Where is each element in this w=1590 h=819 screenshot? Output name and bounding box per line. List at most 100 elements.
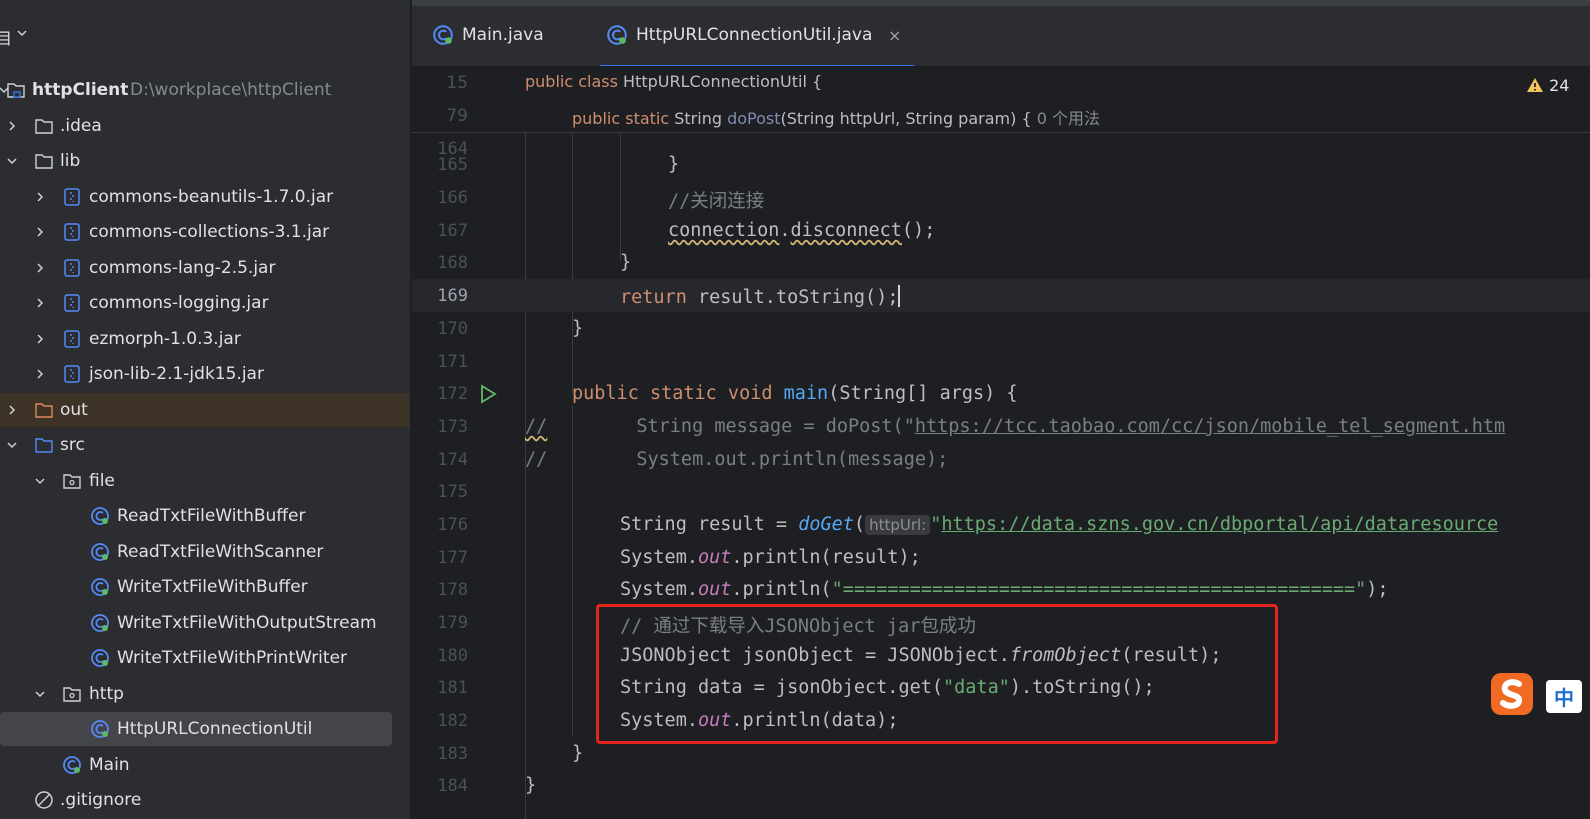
code-comment: // String message = doPost("https://tcc.… (525, 416, 1506, 437)
line-number: 79 (446, 106, 468, 126)
sticky-line[interactable]: 79 public static String doPost(String ht… (412, 99, 1590, 132)
tree-item-jar[interactable]: commons-lang-2.5.jar (0, 251, 410, 285)
chevron-right-icon[interactable] (34, 191, 46, 203)
tree-item-project-root[interactable]: httpClient D:\workplace\httpClient (0, 73, 410, 107)
tree-item-package-http[interactable]: http (0, 677, 410, 711)
tree-item-class[interactable]: WriteTxtFileWithBuffer (0, 570, 410, 604)
run-gutter-icon[interactable] (478, 384, 498, 404)
tab-label: Main.java (462, 25, 544, 45)
tree-item-label: commons-beanutils-1.7.0.jar (89, 187, 334, 207)
chevron-right-icon[interactable] (34, 262, 46, 274)
jar-icon (64, 365, 80, 383)
package-icon (63, 687, 81, 702)
chevron-right-icon[interactable] (34, 333, 46, 345)
code-text: System.out.println("====================… (620, 579, 1389, 600)
tree-item-jar[interactable]: commons-logging.jar (0, 286, 410, 320)
code-text: return result.toString(); (620, 285, 901, 308)
project-view-header[interactable]: 目 (0, 18, 410, 52)
line-number: 172 (437, 384, 468, 404)
code-text: } (572, 743, 584, 764)
chevron-right-icon[interactable] (6, 120, 18, 132)
close-icon[interactable]: × (888, 26, 901, 45)
highlight-box (596, 604, 1278, 744)
code-text: public static void main(String[] args) { (572, 383, 1018, 404)
code-line: 165 } (412, 148, 1590, 181)
tree-item-class[interactable]: WriteTxtFileWithPrintWriter (0, 641, 410, 675)
chevron-down-icon[interactable] (6, 155, 18, 167)
chevron-down-icon[interactable] (6, 439, 18, 451)
jar-icon (64, 223, 80, 241)
line-number: 171 (437, 352, 468, 372)
folder-icon (35, 154, 53, 169)
chevron-down-icon[interactable] (34, 475, 46, 487)
jar-icon (64, 259, 80, 277)
tree-item-label: Main (89, 755, 130, 775)
code-line: 175 (412, 475, 1590, 508)
java-class-icon (91, 720, 109, 738)
tree-item-gitignore[interactable]: .gitignore (0, 783, 410, 817)
tree-item-class-selected[interactable]: HttpURLConnectionUtil (0, 712, 392, 746)
tree-item-idea[interactable]: .idea (0, 109, 410, 143)
tree-item-label: commons-logging.jar (89, 293, 269, 313)
chevron-down-icon[interactable] (34, 688, 46, 700)
chevron-right-icon[interactable] (34, 226, 46, 238)
tree-item-jar[interactable]: commons-collections-3.1.jar (0, 215, 410, 249)
line-number: 174 (437, 450, 468, 470)
tree-item-label: out (60, 400, 88, 420)
ime-mode-label[interactable]: 中 (1546, 680, 1582, 713)
tab-main-java[interactable]: Main.java (432, 18, 562, 52)
tree-item-lib[interactable]: lib (0, 144, 410, 178)
ignored-file-icon (35, 791, 53, 809)
sticky-lines[interactable]: 15 public class HttpURLConnectionUtil { … (412, 66, 1590, 133)
tree-item-label: http (89, 684, 124, 704)
project-view-title: 目 (0, 29, 13, 48)
parameter-hint: httpUrl: (865, 515, 931, 535)
line-number: 167 (437, 221, 468, 241)
tree-item-jar[interactable]: json-lib-2.1-jdk15.jar (0, 357, 410, 391)
java-class-icon (607, 25, 627, 45)
chevron-down-icon[interactable] (16, 27, 28, 39)
tree-item-class[interactable]: WriteTxtFileWithOutputStream (0, 606, 410, 640)
code-text: System.out.println(result); (620, 547, 921, 568)
sticky-line[interactable]: 15 public class HttpURLConnectionUtil { (412, 66, 1590, 99)
tree-item-class[interactable]: ReadTxtFileWithBuffer (0, 499, 410, 533)
ime-toolbar[interactable]: 中 (1488, 670, 1590, 718)
excluded-folder-icon (35, 403, 53, 418)
tab-label: HttpURLConnectionUtil.java (636, 25, 873, 45)
tree-item-label: ReadTxtFileWithBuffer (117, 506, 306, 526)
line-number: 15 (446, 73, 468, 93)
chevron-right-icon[interactable] (34, 297, 46, 309)
package-icon (63, 474, 81, 489)
code-line: 176 String result = doGet(httpUrl: "https… (412, 508, 1590, 541)
inspection-widget[interactable]: 24 (1526, 76, 1569, 95)
tree-item-class[interactable]: Main (0, 748, 410, 782)
tab-httpurlconnectionutil-java[interactable]: HttpURLConnectionUtil.java × (600, 18, 914, 68)
warning-icon (1527, 78, 1543, 92)
code-line: 173 // String message = doPost("https://… (412, 410, 1590, 443)
project-name: httpClient (32, 80, 129, 100)
chevron-right-icon[interactable] (34, 368, 46, 380)
line-number: 178 (437, 580, 468, 600)
tree-item-src[interactable]: src (0, 428, 410, 462)
code-text: connection.disconnect(); (668, 220, 936, 241)
line-number: 173 (437, 417, 468, 437)
editor-tab-bar: Main.java HttpURLConnectionUtil.java × (412, 0, 1590, 68)
code-text: public class HttpURLConnectionUtil { (525, 72, 823, 91)
line-number: 170 (437, 319, 468, 339)
tree-item-jar[interactable]: commons-beanutils-1.7.0.jar (0, 180, 410, 214)
code-comment: //关闭连接 (668, 191, 765, 212)
code-text: String result = doGet(httpUrl: "https://d… (620, 514, 1499, 535)
line-number: 180 (437, 646, 468, 666)
tree-item-label: commons-lang-2.5.jar (89, 258, 276, 278)
line-number: 176 (437, 515, 468, 535)
tree-item-package-file[interactable]: file (0, 464, 410, 498)
tree-item-class[interactable]: ReadTxtFileWithScanner (0, 535, 410, 569)
code-line: 174 // System.out.println(message); (412, 443, 1590, 476)
tree-item-jar[interactable]: ezmorph-1.0.3.jar (0, 322, 410, 356)
chevron-right-icon[interactable] (6, 404, 18, 416)
usages-hint: 0 个用法 (1036, 109, 1100, 128)
tree-item-label: ReadTxtFileWithScanner (117, 542, 324, 562)
tree-item-label: .idea (60, 116, 102, 136)
line-number: 168 (437, 253, 468, 273)
tree-item-out[interactable]: out (0, 393, 410, 427)
